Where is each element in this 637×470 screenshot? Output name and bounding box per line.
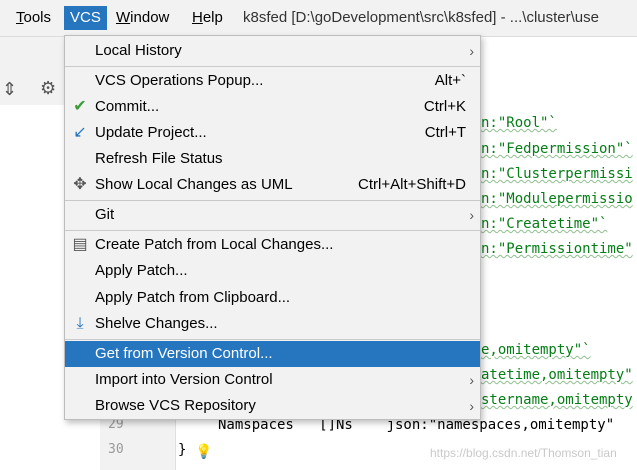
uml-diagram-icon: ✥: [73, 176, 87, 193]
window-title: k8sfed [D:\goDevelopment\src\k8sfed] - .…: [243, 9, 599, 26]
menu-item-show-local-changes-uml[interactable]: ✥ Show Local Changes as UML Ctrl+Alt+Shi…: [65, 172, 480, 198]
menu-separator: [65, 230, 480, 231]
menu-item-import-into-vcs[interactable]: Import into Version Control ›: [65, 367, 480, 393]
menu-separator: [65, 66, 480, 67]
code-line: n:"Clusterpermissi: [481, 166, 633, 182]
chevron-right-icon: ›: [469, 43, 474, 59]
code-line: stername,omitempty: [481, 392, 633, 408]
check-icon: ✔: [73, 98, 87, 115]
chevron-right-icon: ›: [469, 372, 474, 388]
vcs-menu: Local History › VCS Operations Popup... …: [64, 35, 481, 420]
gear-icon[interactable]: ⚙: [40, 78, 56, 99]
menu-tools[interactable]: Tools: [10, 6, 57, 30]
menu-help[interactable]: Help: [186, 6, 229, 30]
menu-item-commit[interactable]: ✔ Commit... Ctrl+K: [65, 94, 480, 120]
menu-item-update-project[interactable]: ↙ Update Project... Ctrl+T: [65, 120, 480, 146]
menu-window[interactable]: Window: [110, 6, 175, 30]
menu-item-shelve-changes[interactable]: ⤓ Shelve Changes...: [65, 311, 480, 337]
menu-item-vcs-operations-popup[interactable]: VCS Operations Popup... Alt+`: [65, 68, 480, 94]
menu-item-apply-patch[interactable]: Apply Patch...: [65, 258, 480, 284]
menu-vcs[interactable]: VCS: [64, 6, 107, 30]
code-line: n:"Rool"`: [481, 115, 557, 131]
menu-item-browse-vcs-repository[interactable]: Browse VCS Repository ›: [65, 393, 480, 419]
chevron-right-icon: ›: [469, 207, 474, 223]
lightbulb-icon[interactable]: 💡: [195, 443, 212, 460]
code-line: n:"Permissiontime": [481, 241, 633, 257]
code-line: atetime,omitempty": [481, 367, 633, 383]
collapse-all-icon[interactable]: ⇕: [2, 79, 17, 100]
code-line: n:"Modulepermissio: [481, 191, 633, 207]
menu-separator: [65, 200, 480, 201]
menu-item-refresh-file-status[interactable]: Refresh File Status: [65, 146, 480, 172]
code-line: n:"Createtime"`: [481, 216, 608, 232]
menu-item-apply-patch-clipboard[interactable]: Apply Patch from Clipboard...: [65, 285, 480, 311]
menu-item-git[interactable]: Git ›: [65, 202, 480, 228]
update-arrow-icon: ↙: [73, 124, 87, 141]
shelve-icon: ⤓: [76, 315, 84, 332]
menu-separator: [65, 339, 480, 340]
menu-bar: Tools VCS Window Help k8sfed [D:\goDevel…: [0, 0, 637, 37]
line-number: 30: [108, 442, 124, 457]
code-line: }: [178, 442, 187, 458]
menu-item-get-from-vcs[interactable]: Get from Version Control...: [65, 341, 480, 367]
code-line: e,omitempty"`: [481, 342, 591, 358]
menu-item-create-patch[interactable]: ▤ Create Patch from Local Changes...: [65, 232, 480, 258]
code-line: n:"Fedpermission"`: [481, 141, 633, 157]
patch-icon: ▤: [72, 236, 88, 253]
watermark: https://blog.csdn.net/Thomson_tian: [430, 446, 617, 460]
chevron-right-icon: ›: [469, 398, 474, 414]
menu-item-local-history[interactable]: Local History ›: [65, 38, 480, 64]
